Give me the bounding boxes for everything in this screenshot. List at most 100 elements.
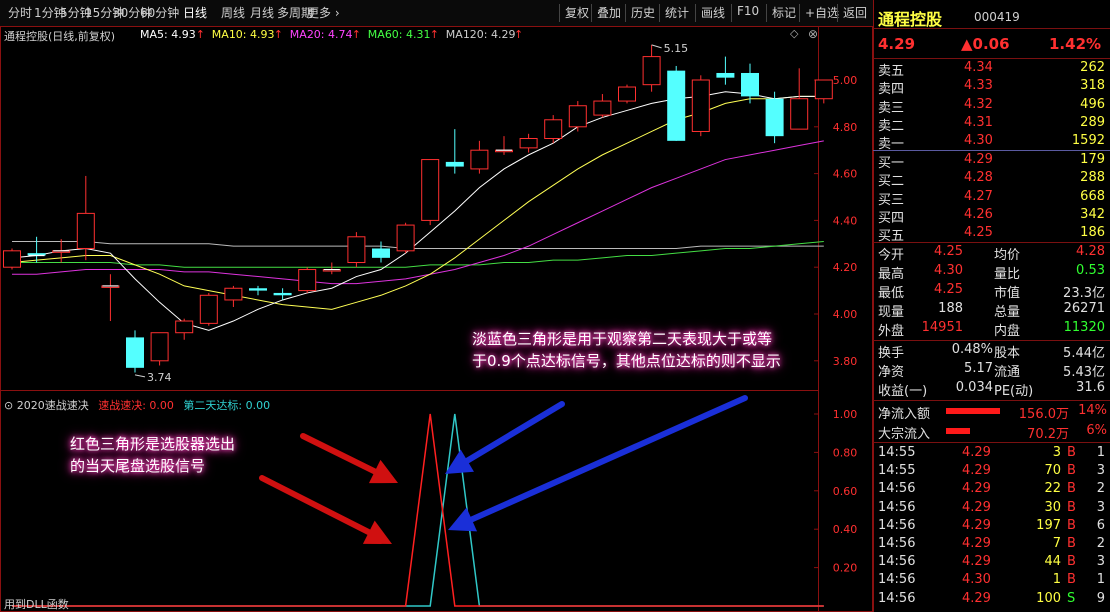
ask-volume: 318 — [1080, 78, 1105, 94]
y-tick-label: 4.20 — [833, 261, 858, 274]
ask-volume: 1592 — [1071, 133, 1105, 149]
stat-value: 23.3亿 — [1063, 286, 1105, 301]
toolbar-right-item-5[interactable]: F10 — [737, 4, 759, 18]
candle — [199, 292, 218, 326]
trade-volume: 197 — [1036, 517, 1061, 533]
trade-row[interactable]: 14:56 4.29 22 B 2 — [874, 481, 1110, 499]
flow-pct: 6% — [1086, 423, 1107, 438]
trade-time: 14:56 — [878, 499, 916, 515]
bid-row[interactable]: 买三 4.27 668 — [874, 188, 1110, 208]
toolbar-right-item-4[interactable]: 画线 — [701, 4, 725, 21]
stat-row[interactable]: 现量 188 总量 26271 — [874, 301, 1110, 320]
bid-row[interactable]: 买五 4.25 186 — [874, 225, 1110, 244]
candle — [76, 175, 95, 261]
kline-chart[interactable]: 5.00 4.80 4.60 4.40 4.20 4.00 3.80 5.15 3.74 1.00… — [0, 26, 873, 612]
ask-row[interactable]: 卖一 4.30 1592 — [874, 133, 1110, 152]
trade-row[interactable]: 14:56 4.29 30 B 3 — [874, 500, 1110, 518]
trade-price: 4.29 — [962, 517, 991, 533]
stat-row[interactable]: 今开 4.25 均价 4.28 — [874, 244, 1110, 263]
toolbar-right-item-3[interactable]: 统计 — [665, 4, 689, 21]
ask-volume: 496 — [1080, 96, 1105, 112]
trade-volume: 70 — [1044, 463, 1061, 479]
toolbar-item-8[interactable]: 月线 — [250, 4, 274, 21]
stat-row[interactable]: 最低 4.25 市值 23.3亿 — [874, 282, 1110, 301]
red-arrow-lower-shaft — [259, 475, 372, 536]
bid-row[interactable]: 买四 4.26 342 — [874, 206, 1110, 226]
toolbar-right-item-2[interactable]: 历史 — [631, 4, 655, 21]
cyan-note-line-2: 于0.9个点达标信号，其他点位达标的则不显示 — [472, 352, 781, 370]
candle — [27, 236, 46, 263]
toolbar-item-0[interactable]: 分时 — [8, 4, 32, 21]
ma60-line — [12, 240, 824, 268]
stat-row[interactable]: 最高 4.30 量比 0.53 — [874, 263, 1110, 282]
candle-body-down — [372, 248, 390, 258]
bid-price: 4.27 — [964, 188, 993, 204]
trade-row[interactable]: 14:55 4.29 3 B 1 — [874, 445, 1110, 463]
ask-price: 4.32 — [964, 96, 993, 112]
capital-flow-row[interactable]: 净流入额 156.0万 14% — [874, 403, 1110, 422]
stat-row[interactable]: 外盘 14951 内盘 11320 — [874, 320, 1110, 339]
ask-label: 卖五 — [878, 64, 905, 79]
blue-arrow-upper-shaft — [464, 401, 565, 464]
flow-value: 156.0万 — [1018, 407, 1069, 422]
bid-volume: 342 — [1080, 206, 1105, 222]
panel-rows: 卖五 4.34 262 卖四 4.33 318 卖三 4.32 496 卖二 4.31 289 卖一 4.… — [874, 0, 1110, 612]
toolbar-item-10[interactable]: 更多 › — [307, 4, 340, 21]
toolbar-right-item-1[interactable]: 叠加 — [597, 4, 621, 21]
finance-row[interactable]: 换手 0.48% 股本 5.44亿 — [874, 342, 1110, 361]
ask-row[interactable]: 卖五 4.34 262 — [874, 60, 1110, 79]
toolbar-sep — [766, 4, 767, 22]
toolbar-item-6[interactable]: 日线 — [183, 4, 207, 21]
ask-row[interactable]: 卖三 4.32 496 — [874, 96, 1110, 116]
trade-row[interactable]: 14:55 4.29 70 B 3 — [874, 463, 1110, 481]
toolbar-item-5[interactable]: 60分钟 — [140, 4, 179, 21]
trade-direction: B — [1067, 463, 1076, 479]
candle-body-up — [470, 149, 489, 170]
indicator-toggle-icon[interactable]: ⊙ — [4, 399, 13, 412]
trade-row[interactable]: 14:56 4.30 1 B 1 — [874, 572, 1110, 590]
indicator-tick-label: 0.40 — [833, 523, 858, 536]
candle-body-up — [544, 119, 563, 139]
ask-row[interactable]: 卖二 4.31 289 — [874, 114, 1110, 134]
low-label: 3.74 — [147, 371, 172, 384]
stat-label: 量比 — [994, 267, 1021, 282]
candle-body-up — [618, 86, 636, 102]
bid-row[interactable]: 买二 4.28 288 — [874, 170, 1110, 189]
toolbar-item-7[interactable]: 周线 — [221, 4, 245, 21]
finance-label: 股本 — [994, 346, 1021, 361]
toolbar-right-item-0[interactable]: 复权 — [565, 4, 589, 21]
trade-row[interactable]: 14:56 4.29 100 S 9 — [874, 591, 1110, 609]
finance-row[interactable]: 收益(一) 0.034 PE(动) 31.6 — [874, 380, 1110, 399]
trade-row[interactable]: 14:56 4.29 197 B 6 — [874, 518, 1110, 536]
stat-value: 14951 — [921, 320, 963, 335]
trade-time: 14:56 — [878, 481, 916, 497]
trade-price: 4.29 — [962, 463, 991, 479]
toolbar-right-item-7[interactable]: +自选 — [805, 4, 839, 21]
trade-row[interactable]: 14:56 4.29 7 B 2 — [874, 536, 1110, 554]
stat-value: 4.25 — [934, 244, 963, 259]
period-toolbar: 分时 1分钟 5分钟 15分钟 30分钟 60分钟 日线 周线 月线 多周期 更多 › 复权 叠加 历史统… — [0, 0, 873, 27]
trade-direction: B — [1067, 517, 1076, 533]
bid-row[interactable]: 买一 4.29 179 — [874, 152, 1110, 171]
toolbar-right-item-8[interactable]: 返回 — [843, 4, 867, 21]
finance-value: 31.6 — [1076, 380, 1105, 395]
trade-count: 3 — [1096, 463, 1105, 479]
divider — [873, 442, 1110, 443]
trade-row[interactable]: 14:56 4.29 44 B 3 — [874, 554, 1110, 572]
flow-bar — [946, 428, 971, 434]
trade-count: 6 — [1096, 517, 1105, 533]
red-arrow-lower — [259, 475, 392, 544]
candle — [101, 274, 120, 322]
capital-flow-row[interactable]: 大宗流入 70.2万 6% — [874, 423, 1110, 442]
trade-price: 4.29 — [962, 536, 991, 551]
candle-body-up — [421, 159, 440, 221]
toolbar-right-item-6[interactable]: 标记 — [772, 4, 796, 21]
finance-row[interactable]: 净资 5.17 流通 5.43亿 — [874, 361, 1110, 380]
ask-row[interactable]: 卖四 4.33 318 — [874, 78, 1110, 97]
blue-arrow-lower-shaft — [468, 395, 748, 523]
ask-volume: 289 — [1080, 114, 1105, 130]
stat-value: 0.53 — [1076, 263, 1105, 278]
y-tick-label: 3.80 — [833, 355, 858, 368]
toolbar-sep — [695, 4, 696, 22]
stat-label: 外盘 — [878, 324, 905, 339]
